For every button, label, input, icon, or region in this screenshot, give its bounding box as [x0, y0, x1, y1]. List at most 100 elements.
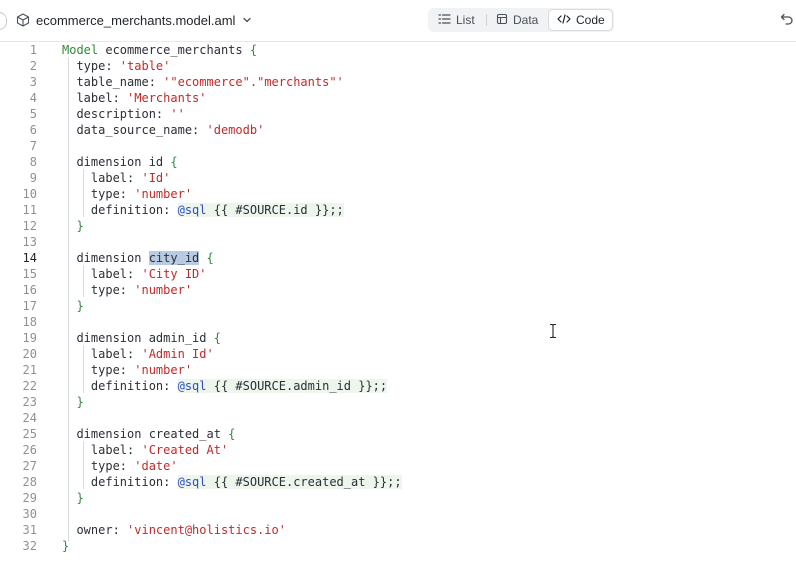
- brace: {: [206, 251, 214, 265]
- code-line: type: 'date': [0, 458, 796, 474]
- code-line: type: 'number': [0, 186, 796, 202]
- code-key: definition:: [62, 379, 178, 393]
- code-key: type:: [62, 363, 135, 377]
- table-icon: [496, 13, 508, 28]
- code-key: definition:: [62, 203, 178, 217]
- code-line: dimension id {: [0, 154, 796, 170]
- code-key: type:: [62, 283, 135, 297]
- list-icon: [438, 13, 451, 28]
- code-string: '': [170, 107, 185, 121]
- code-line: }: [0, 538, 796, 554]
- code-string: 'number': [134, 363, 193, 377]
- line-number: 30: [22, 507, 37, 521]
- code-line: label: 'City ID': [0, 266, 796, 282]
- code-string: 'Created At': [141, 443, 229, 457]
- code-string: 'City ID': [141, 267, 207, 281]
- sql-template: {{ #SOURCE.id }};;: [206, 203, 344, 217]
- code-line: label: 'Merchants': [0, 90, 796, 106]
- code-key: label:: [62, 171, 142, 185]
- code-key: type:: [62, 459, 135, 473]
- brace: {: [213, 331, 221, 345]
- code-key: description:: [62, 107, 171, 121]
- code-string: 'vincent@holistics.io': [127, 523, 286, 537]
- code-dimension: dimension created_at: [62, 427, 229, 441]
- code-line-current: dimension city_id {: [0, 250, 796, 266]
- code-key: data_source_name:: [62, 123, 207, 137]
- brace: {: [228, 427, 236, 441]
- code-string: 'number': [134, 187, 193, 201]
- code-line: Model ecommerce_merchants {: [0, 42, 796, 58]
- code-string: 'number': [134, 283, 193, 297]
- code-dimension: dimension admin_id: [62, 331, 214, 345]
- code-icon: [557, 13, 571, 28]
- code-key: table_name:: [62, 75, 164, 89]
- sql-decorator: @sql: [177, 475, 207, 489]
- list-view-label: List: [456, 13, 475, 27]
- list-view-button[interactable]: List: [430, 9, 484, 31]
- code-key: definition:: [62, 475, 178, 489]
- code-line: }: [0, 218, 796, 234]
- code-key: label:: [62, 267, 142, 281]
- code-line: table_name: '"ecommerce"."merchants"': [0, 74, 796, 90]
- data-view-label: Data: [513, 13, 539, 27]
- view-switcher: List Data Code: [428, 8, 614, 32]
- file-tab[interactable]: ecommerce_merchants.model.aml: [16, 10, 253, 30]
- code-key: type:: [62, 59, 120, 73]
- code-line: label: 'Created At': [0, 442, 796, 458]
- code-string: 'date': [134, 459, 178, 473]
- code-key: owner:: [62, 523, 128, 537]
- segment-divider: [486, 14, 487, 26]
- code-line: }: [0, 394, 796, 410]
- code-line: owner: 'vincent@holistics.io': [0, 522, 796, 538]
- file-name: ecommerce_merchants.model.aml: [36, 12, 236, 28]
- brace: }: [62, 539, 70, 553]
- code-editor[interactable]: 1 2 3 4 5 6 7 8 9 10 11 12 13 14 15 16 1…: [0, 42, 796, 574]
- sql-template: {{ #SOURCE.admin_id }};;: [206, 379, 388, 393]
- model-name: ecommerce_merchants: [98, 43, 250, 57]
- code-view-button[interactable]: Code: [548, 9, 613, 31]
- code-line: type: 'number': [0, 282, 796, 298]
- code-key: type:: [62, 187, 135, 201]
- code-line: description: '': [0, 106, 796, 122]
- chevron-down-icon[interactable]: [241, 14, 253, 26]
- code-line: data_source_name: 'demodb': [0, 122, 796, 138]
- line-number: 24: [22, 411, 37, 425]
- code-line: dimension admin_id {: [0, 330, 796, 346]
- collapse-sidebar-handle[interactable]: [0, 12, 7, 30]
- code-key: label:: [62, 347, 142, 361]
- code-line: definition: @sql {{ #SOURCE.id }};;: [0, 202, 796, 218]
- code-view-label: Code: [576, 13, 605, 27]
- code-line: type: 'table': [0, 58, 796, 74]
- code-line: }: [0, 490, 796, 506]
- brace: {: [170, 155, 178, 169]
- code-line: dimension created_at {: [0, 426, 796, 442]
- sql-decorator: @sql: [177, 203, 207, 217]
- editor-header: ecommerce_merchants.model.aml List Data …: [0, 0, 796, 42]
- code-string: 'table': [119, 59, 171, 73]
- code-dimension: dimension id: [62, 155, 171, 169]
- brace: }: [62, 491, 84, 505]
- undo-icon[interactable]: [780, 12, 794, 31]
- code-line: definition: @sql {{ #SOURCE.admin_id }};…: [0, 378, 796, 394]
- code-string: 'Id': [141, 171, 171, 185]
- line-number: 13: [22, 235, 37, 249]
- line-number: 7: [29, 139, 37, 153]
- data-view-button[interactable]: Data: [488, 9, 546, 31]
- code-line: label: 'Admin Id': [0, 346, 796, 362]
- code-key: label:: [62, 443, 142, 457]
- code-line: definition: @sql {{ #SOURCE.created_at }…: [0, 474, 796, 490]
- brace: }: [62, 395, 84, 409]
- code-line: }: [0, 298, 796, 314]
- brace: }: [62, 219, 84, 233]
- selected-text[interactable]: city_id: [148, 251, 200, 265]
- code-string: '"ecommerce"."merchants"': [163, 75, 344, 89]
- brace: }: [62, 299, 84, 313]
- sql-decorator: @sql: [177, 379, 207, 393]
- keyword: Model: [62, 43, 99, 57]
- code-string: 'Admin Id': [141, 347, 214, 361]
- model-cube-icon: [16, 13, 30, 27]
- code-line: type: 'number': [0, 362, 796, 378]
- brace: {: [249, 43, 258, 57]
- text-cursor-icon: [549, 323, 557, 344]
